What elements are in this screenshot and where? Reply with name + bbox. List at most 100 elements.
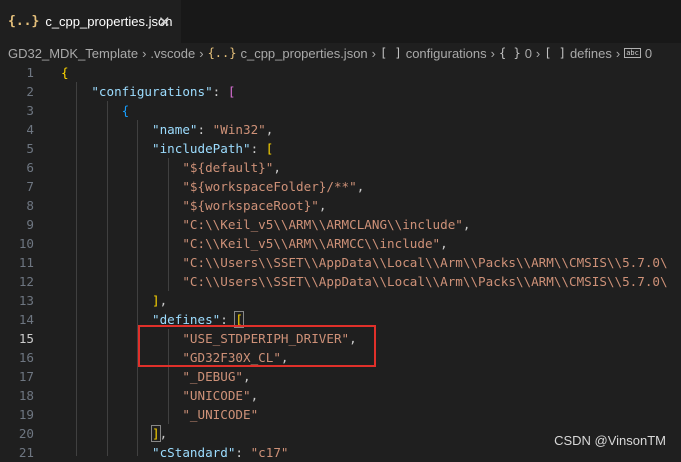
line-number: 20 [18,426,34,441]
code-token: "C:\\Users\\SSET\\AppData\\Local\\Arm\\P… [182,274,668,289]
code-token: ] [151,425,161,442]
code-token: "${workspaceRoot}" [182,198,319,213]
code-token: [ [265,141,274,156]
line-number: 10 [18,236,34,251]
code-token: , [243,369,251,384]
line-number: 1 [26,65,34,80]
code-token: , [356,179,365,194]
code-token: ] [152,293,160,308]
chevron-right-icon: › [142,45,147,61]
code-line: 10 "C:\\Keil_v5\\ARM\\ARMCC\\include", [0,234,681,253]
code-token: "includePath" [152,141,251,156]
code-line: 9 "C:\\Keil_v5\\ARM\\ARMCLANG\\include", [0,215,681,234]
line-number: 2 [26,84,34,99]
line-number: 18 [18,388,34,403]
code-token: : [197,122,213,137]
breadcrumb-label: defines [569,45,612,61]
array-icon: [ ] [544,46,566,60]
code-token: "_DEBUG" [182,369,243,384]
line-number: 19 [18,407,34,422]
code-token: "${default}" [182,160,274,175]
line-number: 9 [26,217,34,232]
code-token: "C:\\Users\\SSET\\AppData\\Local\\Arm\\P… [182,255,668,270]
code-text: ], [61,291,167,310]
code-text: "C:\\Users\\SSET\\AppData\\Local\\Arm\\P… [61,272,668,291]
code-token: : [235,445,251,460]
code-token: "configurations" [91,84,213,99]
line-number: 12 [18,274,34,289]
code-token: { [121,103,130,118]
line-number: 4 [26,122,34,137]
code-token: , [440,236,448,251]
breadcrumb-item-folder[interactable]: GD32_MDK_Template [8,46,138,61]
line-number: 13 [18,293,34,308]
code-token: "_UNICODE" [182,407,259,422]
object-icon: { } [499,46,521,60]
breadcrumb-item-object[interactable]: { } 0 [499,46,532,61]
code-token: { [61,65,69,80]
code-text: "includePath": [ [61,139,273,158]
code-line: 6 "${default}", [0,158,681,177]
line-number: 11 [18,255,34,270]
tab-bar: {..} c_cpp_properties.json ✕ [0,0,681,43]
line-number: 16 [18,350,34,365]
code-line: 13 ], [0,291,681,310]
code-line: 19 "_UNICODE" [0,405,681,424]
code-text: "${workspaceRoot}", [61,196,326,215]
highlight-box [138,325,376,367]
code-token: "C:\\Keil_v5\\ARM\\ARMCC\\include" [182,236,441,251]
code-text: ], [61,424,167,443]
breadcrumb-item-file[interactable]: {..} c_cpp_properties.json [208,46,368,61]
line-number: 17 [18,369,34,384]
code-line: 8 "${workspaceRoot}", [0,196,681,215]
code-text: "configurations": [ [61,82,235,101]
line-number: 14 [18,312,34,327]
code-text: "name": "Win32", [61,120,273,139]
code-line: 11 "C:\\Users\\SSET\\AppData\\Local\\Arm… [0,253,681,272]
code-text: "C:\\Users\\SSET\\AppData\\Local\\Arm\\P… [61,253,668,272]
code-text: "cStandard": "c17" [61,443,289,462]
json-file-icon: {..} [207,46,237,60]
breadcrumb-label: 0 [644,45,653,61]
breadcrumb-item-vscode[interactable]: .vscode [150,46,195,61]
code-text: "C:\\Keil_v5\\ARM\\ARMCLANG\\include", [61,215,470,234]
code-token: , [159,293,168,308]
chevron-right-icon: › [199,45,204,61]
code-token: "Win32" [212,122,266,137]
code-token: "c17" [250,445,289,460]
code-line: 1{ [0,63,681,82]
breadcrumb-item-configurations[interactable]: [ ] configurations [380,46,487,61]
code-token: , [273,160,281,175]
code-line: 18 "UNICODE", [0,386,681,405]
code-editor[interactable]: 1{ 2 "configurations": [ 3 { 4 "name": "… [0,63,681,460]
line-number: 6 [26,160,34,175]
breadcrumb-item-defines[interactable]: [ ] defines [544,46,612,61]
line-number: 7 [26,179,34,194]
line-number: 21 [18,445,34,460]
code-line: 17 "_DEBUG", [0,367,681,386]
chevron-right-icon: › [535,45,541,61]
breadcrumb-item-string[interactable]: abc 0 [624,46,652,61]
code-token: : [212,84,228,99]
editor-tab[interactable]: {..} c_cpp_properties.json ✕ [0,0,181,43]
chevron-right-icon: › [615,45,621,61]
chevron-right-icon: › [371,45,377,61]
code-token: : [250,141,266,156]
breadcrumb-label: GD32_MDK_Template [8,45,139,61]
code-token: "UNICODE" [182,388,251,403]
code-token: "name" [152,122,198,137]
code-text: "C:\\Keil_v5\\ARM\\ARMCC\\include", [61,234,448,253]
code-text: "UNICODE", [61,386,258,405]
code-text: "${workspaceFolder}/**", [61,177,364,196]
code-token: "C:\\Keil_v5\\ARM\\ARMCLANG\\include" [182,217,463,232]
code-line: 7 "${workspaceFolder}/**", [0,177,681,196]
breadcrumb-label: configurations [405,45,487,61]
close-icon[interactable]: ✕ [158,13,171,31]
code-line: 3 { [0,101,681,120]
code-line: 5 "includePath": [ [0,139,681,158]
line-number: 8 [26,198,34,213]
code-line: 12 "C:\\Users\\SSET\\AppData\\Local\\Arm… [0,272,681,291]
code-token: , [462,217,471,232]
code-line: 4 "name": "Win32", [0,120,681,139]
code-token: "${workspaceFolder}/**" [182,179,357,194]
